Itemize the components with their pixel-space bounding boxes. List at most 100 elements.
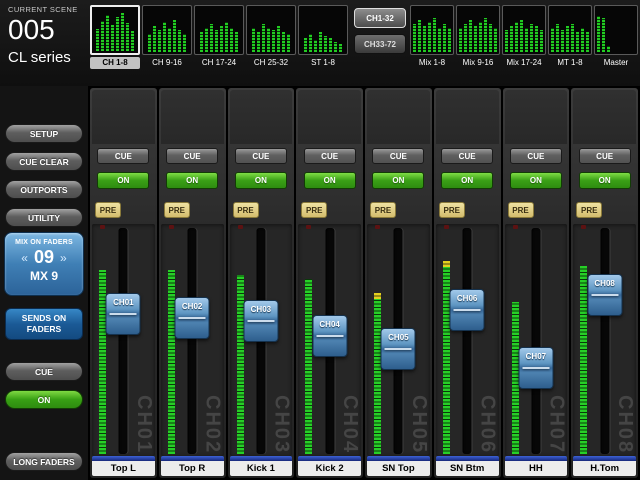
fader-cap[interactable]: CH04 (312, 315, 347, 357)
cue-button[interactable]: CUE (579, 148, 631, 164)
on-button[interactable]: ON (166, 172, 218, 189)
pre-badge[interactable]: PRE (233, 202, 259, 218)
fader-track[interactable] (119, 228, 128, 454)
mini-meter-bar (474, 26, 477, 52)
sends-on-faders-button[interactable]: SENDS ON FADERS (5, 308, 83, 340)
fader-cap[interactable]: CH03 (243, 300, 278, 342)
fader-cap[interactable]: CH02 (175, 297, 210, 339)
pre-badge[interactable]: PRE (164, 202, 190, 218)
fader-cap-label: CH04 (313, 320, 346, 329)
meter-tab[interactable]: Mix 17-24 (502, 5, 546, 69)
on-button[interactable]: ON (304, 172, 356, 189)
on-button[interactable]: ON (97, 172, 149, 189)
mini-meter-bar (200, 32, 203, 52)
mini-meter-bar (428, 22, 431, 52)
pre-badge[interactable]: PRE (508, 202, 534, 218)
mini-meter-bar (304, 38, 307, 52)
mini-meter-bar (586, 32, 589, 52)
channel-name: SN Top (367, 461, 430, 476)
on-button[interactable]: ON (372, 172, 424, 189)
channel-strip: CUE ON PRE CH08 CH08 H.Tom (571, 88, 638, 478)
level-meter (580, 230, 587, 454)
fader-cap-label: CH03 (244, 305, 277, 314)
mini-meter-bar (551, 28, 554, 52)
fader-track[interactable] (531, 228, 540, 454)
fader-cap[interactable]: CH01 (106, 293, 141, 335)
fader-cap[interactable]: CH06 (450, 289, 485, 331)
channel-nameplate: SN Btm (436, 456, 499, 476)
cue-button[interactable]: CUE (166, 148, 218, 164)
channel-nameplate: Kick 1 (230, 456, 293, 476)
mini-meter-bar (459, 28, 462, 52)
bank-buttons: CH1-32 CH33-72 (354, 8, 406, 60)
peak-led (306, 225, 311, 229)
mix-on-faders-title: MIX ON FADERS (5, 239, 83, 246)
long-faders-button[interactable]: LONG FADERS (5, 452, 83, 471)
fader-cap[interactable]: CH07 (518, 347, 553, 389)
cue-button[interactable]: CUE (304, 148, 356, 164)
meter-tab[interactable]: CH 1-8 (90, 5, 140, 69)
mini-meter-bar (173, 20, 176, 52)
meter-tab[interactable]: MT 1-8 (548, 5, 592, 69)
channel-id-watermark: CH05 (407, 395, 430, 454)
pre-badge[interactable]: PRE (370, 202, 396, 218)
meter-tab[interactable]: CH 17-24 (194, 5, 244, 69)
meter-tab-label: Mix 1-8 (410, 57, 454, 69)
meter-tab[interactable]: Master (594, 5, 638, 69)
mini-meter-bar (215, 30, 218, 52)
strip-top-area (298, 90, 361, 144)
mix-name: MX 9 (5, 269, 83, 283)
fader-cap[interactable]: CH08 (587, 274, 622, 316)
mix-prev-button[interactable]: « (21, 249, 28, 267)
pre-badge[interactable]: PRE (301, 202, 327, 218)
fader-track[interactable] (463, 228, 472, 454)
meter-tab[interactable]: CH 9-16 (142, 5, 192, 69)
setup-button[interactable]: SETUP (5, 124, 83, 143)
meter-tab-label: CH 1-8 (90, 57, 140, 69)
mix-next-button[interactable]: » (60, 249, 67, 267)
fader-track[interactable] (600, 228, 609, 454)
meter-tab[interactable]: CH 25-32 (246, 5, 296, 69)
meter-tab[interactable]: ST 1-8 (298, 5, 348, 69)
cue-button[interactable]: CUE (441, 148, 493, 164)
mini-meter-bar (334, 42, 337, 52)
fader-cap[interactable]: CH05 (381, 328, 416, 370)
cue-button[interactable]: CUE (372, 148, 424, 164)
bank-button-ch33-72[interactable]: CH33-72 (354, 34, 406, 54)
cue-clear-button[interactable]: CUE CLEAR (5, 152, 83, 171)
bank-button-ch1-32[interactable]: CH1-32 (354, 8, 406, 28)
peak-led (444, 225, 449, 229)
mix-on-faders-panel[interactable]: MIX ON FADERS « 09 » MX 9 (4, 232, 84, 296)
channel-nameplate: H.Tom (573, 456, 636, 476)
cue-button[interactable]: CUE (97, 148, 149, 164)
mini-meter-bar (168, 28, 171, 52)
mini-meter-bar (314, 40, 317, 52)
mini-meter-bar (520, 20, 523, 52)
utility-button[interactable]: UTILITY (5, 208, 83, 227)
strip-top-area (573, 90, 636, 144)
meter-tab[interactable]: Mix 1-8 (410, 5, 454, 69)
scene-number: 005 (8, 14, 88, 46)
on-button[interactable]: ON (510, 172, 562, 189)
fader-track[interactable] (188, 228, 197, 454)
on-button[interactable]: ON (579, 172, 631, 189)
on-button[interactable]: ON (441, 172, 493, 189)
mini-meter-bar (153, 26, 156, 52)
mini-meter-bar (178, 30, 181, 52)
sidebar-on-button[interactable]: ON (5, 390, 83, 409)
mini-meter-bar (225, 22, 228, 52)
sidebar-cue-button[interactable]: CUE (5, 362, 83, 381)
mini-meter-bar (287, 34, 290, 52)
pre-badge[interactable]: PRE (439, 202, 465, 218)
on-button[interactable]: ON (235, 172, 287, 189)
mini-meter-bar (561, 30, 564, 52)
meter-fill (168, 270, 175, 454)
pre-badge[interactable]: PRE (95, 202, 121, 218)
meter-tab[interactable]: Mix 9-16 (456, 5, 500, 69)
pre-badge[interactable]: PRE (576, 202, 602, 218)
channel-nameplate: Top R (161, 456, 224, 476)
outports-button[interactable]: OUTPORTS (5, 180, 83, 199)
cue-button[interactable]: CUE (510, 148, 562, 164)
mini-meter-bar (510, 26, 513, 52)
cue-button[interactable]: CUE (235, 148, 287, 164)
